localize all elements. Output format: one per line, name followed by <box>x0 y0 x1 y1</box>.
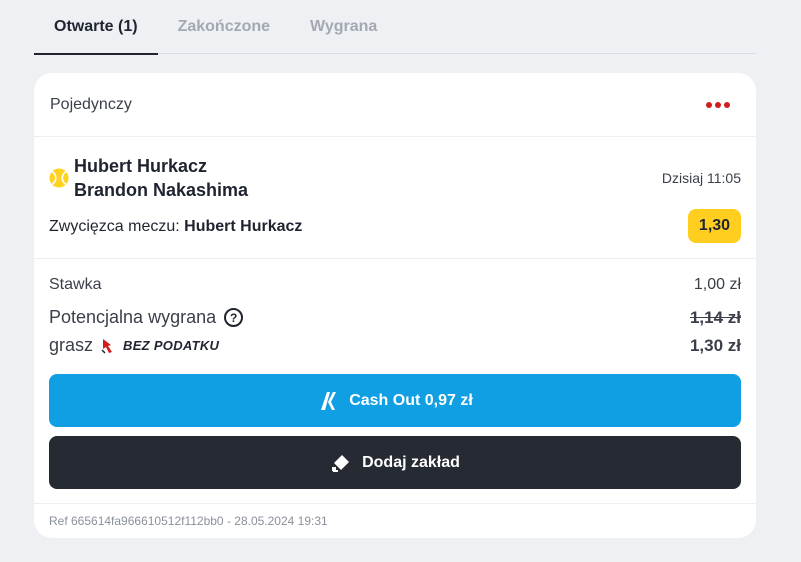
dot <box>724 101 730 108</box>
cashout-icon <box>321 391 337 410</box>
eraser-pen-icon <box>332 454 350 472</box>
event-time: Dzisiaj 11:05 <box>661 170 741 186</box>
potential-label: Potencjalna wygrana <box>49 307 217 327</box>
tab-won[interactable]: Wygrana <box>290 0 397 54</box>
tab-finished[interactable]: Zakończone <box>158 0 290 54</box>
dot <box>715 101 721 108</box>
stake-row: Stawka 1,00 zł <box>49 276 741 294</box>
player-2: Brandon Nakashima <box>74 180 249 200</box>
tax-row: grasz BEZ PODATKU 1,30 zł <box>49 335 741 356</box>
add-bet-label: Dodaj zakład <box>362 453 460 471</box>
player-1: Hubert Hurkacz <box>74 156 208 176</box>
cashout-button[interactable]: Cash Out 0,97 zł <box>49 374 741 427</box>
tax-label: grasz <box>49 335 94 355</box>
bet-reference: Ref 665614fa966610512f112bb0 - 28.05.202… <box>34 503 756 538</box>
bet-card-header: Pojedynczy <box>34 73 756 137</box>
potential-old-value: 1,14 zł <box>689 307 741 327</box>
potential-row: Potencjalna wygrana ? 1,14 zł <box>49 307 741 328</box>
market-label: Zwycięzca meczu: <box>49 218 180 235</box>
potential-label-group: Potencjalna wygrana ? <box>49 307 244 328</box>
potential-new-value: 1,30 zł <box>689 335 741 355</box>
stake-value: 1,00 zł <box>693 276 741 293</box>
tax-label-group: grasz BEZ PODATKU <box>49 335 219 356</box>
event-block: Hubert Hurkacz Brandon Nakashima Dzisiaj… <box>34 137 756 259</box>
odds-badge[interactable]: 1,30 <box>688 209 741 243</box>
stake-label: Stawka <box>49 276 102 293</box>
selection: Zwycięzca meczu: Hubert Hurkacz <box>49 218 302 236</box>
bet-tabs: Otwarte (1) Zakończone Wygrana <box>34 0 756 55</box>
pointing-hand-icon <box>101 338 113 354</box>
dot <box>706 101 712 108</box>
more-dots-icon[interactable] <box>700 96 740 114</box>
help-icon[interactable]: ? <box>224 308 244 327</box>
add-bet-button[interactable]: Dodaj zakład <box>49 436 741 489</box>
pick-label: Hubert Hurkacz <box>184 218 303 235</box>
tab-open[interactable]: Otwarte (1) <box>34 0 158 55</box>
tax-free-badge: BEZ PODATKU <box>123 338 220 353</box>
bet-card: Pojedynczy Hubert Hurkacz Brandon Nakash… <box>34 73 756 538</box>
players: Hubert Hurkacz Brandon Nakashima <box>74 154 248 202</box>
cashout-label: Cash Out 0,97 zł <box>349 391 473 409</box>
tennis-ball-icon <box>49 168 69 188</box>
bet-type: Pojedynczy <box>50 95 132 113</box>
